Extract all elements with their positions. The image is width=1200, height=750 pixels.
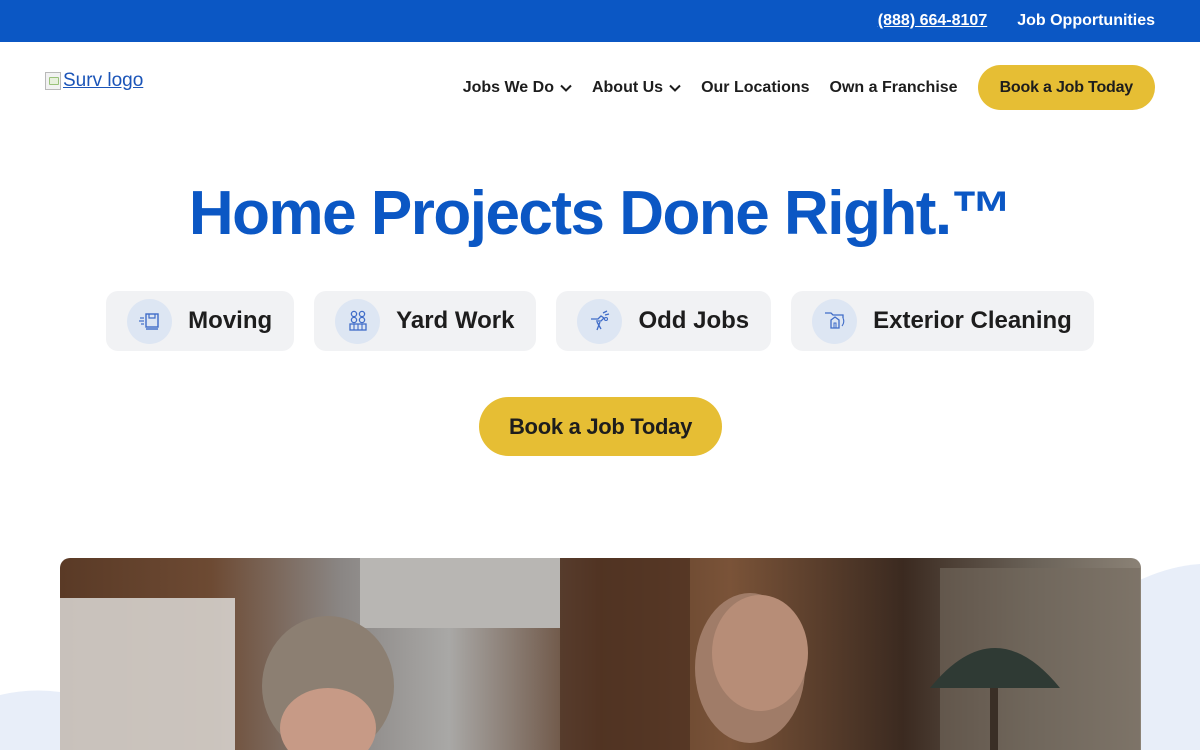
hero-video[interactable]: [60, 558, 1141, 750]
chevron-down-icon: [560, 84, 572, 92]
nav-item-about-us[interactable]: About Us: [592, 79, 681, 97]
nav-item-our-locations[interactable]: Our Locations: [701, 79, 809, 97]
yard-work-icon: [349, 310, 367, 331]
service-odd-jobs[interactable]: Odd Jobs: [556, 291, 772, 351]
service-label: Moving: [188, 307, 273, 334]
odd-jobs-icon: [590, 310, 610, 331]
logo-link[interactable]: Surv logo: [63, 70, 143, 92]
site-header: Surv logo Jobs We Do About Us Our Locati…: [0, 42, 1200, 134]
nav-item-label: Jobs We Do: [462, 78, 554, 96]
kitchen-scene-image: [60, 558, 1140, 750]
nav-item-own-a-franchise[interactable]: Own a Franchise: [830, 79, 958, 97]
service-exterior-cleaning[interactable]: Exterior Cleaning: [791, 291, 1094, 351]
service-label: Exterior Cleaning: [873, 307, 1072, 334]
job-opportunities-link[interactable]: Job Opportunities: [1017, 12, 1155, 30]
service-label: Odd Jobs: [638, 307, 750, 334]
hero-title: Home Projects Done Right.™: [188, 179, 1013, 248]
service-list: Moving Yard Work Odd Jobs Exterior Clean…: [0, 291, 1200, 351]
nav-item-label: Our Locations: [701, 78, 810, 96]
nav-item-jobs-we-do[interactable]: Jobs We Do: [463, 79, 572, 97]
top-utility-bar: (888) 664-8107 Job Opportunities: [0, 0, 1200, 42]
header-book-job-button[interactable]: Book a Job Today: [977, 65, 1155, 110]
moving-box-icon: [138, 313, 159, 330]
service-label: Yard Work: [396, 307, 515, 334]
exterior-cleaning-icon: [824, 312, 844, 329]
main-nav: Jobs We Do About Us Our Locations Own a …: [443, 65, 1155, 110]
chevron-down-icon: [669, 84, 681, 92]
broken-image-icon: [45, 72, 61, 90]
logo[interactable]: Surv logo: [45, 70, 143, 92]
service-moving[interactable]: Moving: [106, 291, 295, 351]
nav-item-label: Own a Franchise: [829, 78, 958, 96]
hero-book-job-button[interactable]: Book a Job Today: [479, 397, 722, 456]
nav-item-label: About Us: [591, 78, 664, 96]
phone-link[interactable]: (888) 664-8107: [878, 12, 987, 30]
service-yard-work[interactable]: Yard Work: [314, 291, 537, 351]
